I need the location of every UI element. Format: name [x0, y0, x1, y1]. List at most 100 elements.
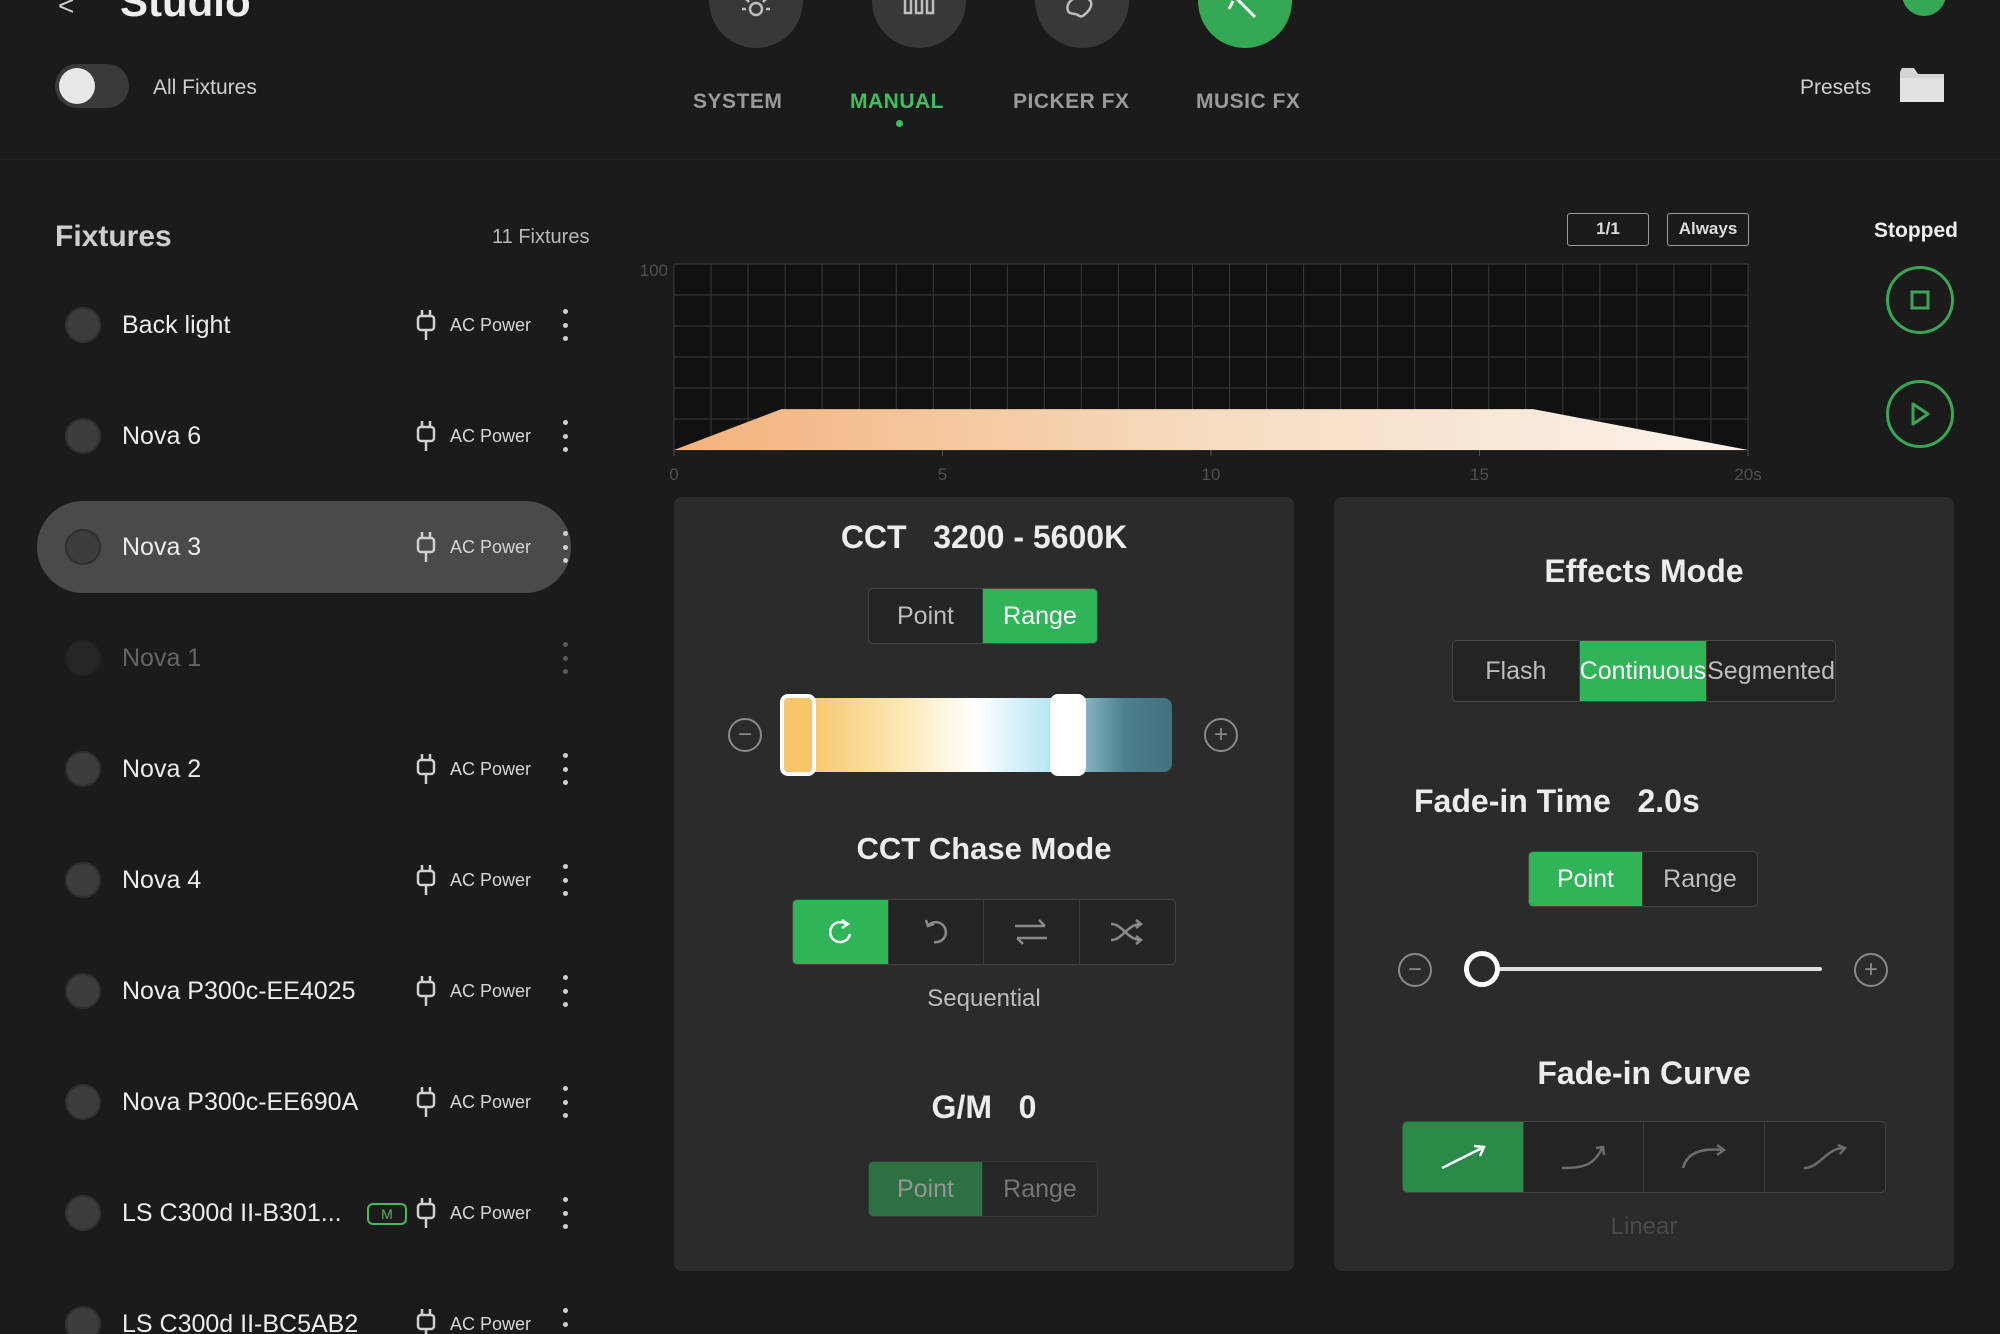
- cct-label: CCT: [840, 519, 907, 555]
- add-icon[interactable]: [1902, 0, 1946, 16]
- shuffle-icon[interactable]: [1080, 900, 1176, 964]
- fixture-name: Nova P300c-EE690A: [122, 1088, 359, 1116]
- palette-icon[interactable]: [1035, 0, 1129, 48]
- fade-decrease-icon[interactable]: −: [1398, 953, 1432, 987]
- effects-mode-segmented[interactable]: Flash Continuous Segmented: [1452, 640, 1836, 702]
- fade-slider-track[interactable]: [1482, 967, 1822, 971]
- fixture-more-icon[interactable]: [552, 1082, 578, 1122]
- continuous-option[interactable]: Continuous: [1579, 641, 1708, 701]
- fade-increase-icon[interactable]: +: [1854, 953, 1888, 987]
- all-fixtures-toggle[interactable]: [55, 64, 129, 108]
- fade-point-option[interactable]: Point: [1529, 852, 1643, 906]
- fixture-row[interactable]: Nova 2 AC Power: [37, 723, 571, 815]
- fade-in-heading: Fade-in Time 2.0s: [1414, 783, 1700, 820]
- gm-value: 0: [1018, 1089, 1037, 1125]
- fixture-more-icon[interactable]: [552, 749, 578, 789]
- fixture-more-icon[interactable]: [552, 416, 578, 456]
- cct-low-handle[interactable]: [780, 694, 816, 776]
- fade-range-option[interactable]: Range: [1643, 852, 1757, 906]
- swap-icon[interactable]: [984, 900, 1080, 964]
- cct-range-slider[interactable]: [780, 694, 1172, 776]
- cct-decrease-icon[interactable]: −: [728, 718, 762, 752]
- play-icon: [1911, 402, 1930, 426]
- repeat-mode-button[interactable]: Always: [1667, 213, 1749, 246]
- chase-mode-segmented[interactable]: [792, 899, 1176, 965]
- tab-manual[interactable]: MANUAL: [850, 90, 944, 114]
- s-curve-icon[interactable]: [1765, 1122, 1886, 1192]
- fixture-row[interactable]: LS C300d II-B301... M AC Power: [37, 1167, 571, 1259]
- presets-label[interactable]: Presets: [1800, 76, 1871, 100]
- fixture-row[interactable]: Nova 4 AC Power: [37, 834, 571, 926]
- fixture-power: AC Power: [450, 426, 532, 446]
- fade-curve-label: Linear: [1610, 1213, 1678, 1240]
- back-icon[interactable]: <: [58, 0, 74, 22]
- fixture-status-dot: [65, 862, 101, 898]
- play-button[interactable]: [1886, 380, 1954, 448]
- gm-range-option[interactable]: Range: [983, 1162, 1097, 1216]
- tab-music-fx[interactable]: MUSIC FX: [1196, 90, 1300, 114]
- bars-icon[interactable]: [872, 0, 966, 48]
- fixture-name: Back light: [122, 311, 231, 339]
- cct-value: 3200 - 5600K: [933, 519, 1128, 555]
- fixture-row[interactable]: Nova P300c-EE690A AC Power: [37, 1056, 571, 1148]
- fade-in-value: 2.0s: [1637, 783, 1700, 819]
- gm-label: G/M: [931, 1089, 992, 1125]
- cct-point-option[interactable]: Point: [869, 589, 983, 643]
- fixture-row[interactable]: Nova 6 AC Power: [37, 390, 571, 482]
- magic-wand-icon[interactable]: [1198, 0, 1292, 48]
- plug-icon: [416, 1309, 436, 1334]
- effects-panel: Effects Mode Flash Continuous Segmented …: [1334, 497, 1954, 1271]
- fixture-row-selected[interactable]: Nova 3 AC Power: [37, 501, 571, 593]
- fade-curve-segmented[interactable]: [1402, 1121, 1886, 1193]
- plug-icon: [416, 1198, 436, 1228]
- fixture-status-dot: [65, 1306, 101, 1334]
- fixture-more-icon[interactable]: [552, 305, 578, 345]
- fixture-more-icon[interactable]: [552, 971, 578, 1011]
- y-tick-label: 100: [640, 261, 668, 280]
- fixture-more-icon[interactable]: [552, 1193, 578, 1233]
- gm-mode-segmented[interactable]: Point Range: [868, 1161, 1098, 1217]
- reverse-icon[interactable]: [889, 900, 984, 964]
- stop-button[interactable]: [1886, 266, 1954, 334]
- cct-range-option[interactable]: Range: [983, 589, 1097, 643]
- fixture-more-icon[interactable]: [552, 860, 578, 900]
- fixture-row[interactable]: Back light AC Power: [37, 279, 571, 371]
- plug-icon: [416, 532, 436, 562]
- gm-point-option[interactable]: Point: [869, 1162, 983, 1216]
- segmented-option[interactable]: Segmented: [1707, 641, 1835, 701]
- gm-heading: G/M 0: [674, 1089, 1294, 1126]
- fixture-more-icon[interactable]: [552, 638, 578, 678]
- flash-option[interactable]: Flash: [1453, 641, 1580, 701]
- fixture-row-offline[interactable]: Nova 1: [37, 612, 571, 704]
- cct-high-handle[interactable]: [1050, 694, 1086, 776]
- ease-out-curve-icon[interactable]: [1644, 1122, 1765, 1192]
- page-indicator-button[interactable]: 1/1: [1567, 213, 1649, 246]
- fixture-row[interactable]: LS C300d II-BC5AB2 AC Power: [37, 1278, 571, 1334]
- tab-picker-fx[interactable]: PICKER FX: [1013, 90, 1130, 114]
- plug-icon: [416, 421, 436, 451]
- fixture-power: AC Power: [450, 870, 532, 890]
- fixture-power: AC Power: [450, 1314, 532, 1334]
- fixture-row[interactable]: Nova P300c-EE4025 AC Power: [37, 945, 571, 1037]
- x-tick-label: 15: [1470, 465, 1489, 484]
- effect-timeline-chart: 0 5 10 15 20s 100: [640, 261, 1762, 484]
- page-title: Studio: [120, 0, 251, 25]
- folder-icon[interactable]: [1898, 66, 1946, 106]
- cct-increase-icon[interactable]: +: [1204, 718, 1238, 752]
- fixture-name: LS C300d II-B301...: [122, 1199, 342, 1227]
- ease-in-curve-icon[interactable]: [1524, 1122, 1644, 1192]
- fixture-status-dot: [65, 640, 101, 676]
- manual-badge: M: [367, 1203, 407, 1225]
- fixture-more-icon[interactable]: [552, 527, 578, 567]
- linear-curve-icon[interactable]: [1403, 1122, 1524, 1192]
- fixture-power: AC Power: [450, 315, 532, 335]
- active-tab-indicator: [896, 120, 903, 127]
- cct-mode-segmented[interactable]: Point Range: [868, 588, 1098, 644]
- brightness-icon[interactable]: [709, 0, 803, 48]
- fixture-more-icon[interactable]: [552, 1304, 578, 1334]
- tab-system[interactable]: SYSTEM: [693, 90, 782, 114]
- playback-status: Stopped: [1874, 219, 1958, 242]
- fade-mode-segmented[interactable]: Point Range: [1528, 851, 1758, 907]
- fade-slider-thumb[interactable]: [1464, 951, 1500, 987]
- sequential-icon[interactable]: [793, 900, 889, 964]
